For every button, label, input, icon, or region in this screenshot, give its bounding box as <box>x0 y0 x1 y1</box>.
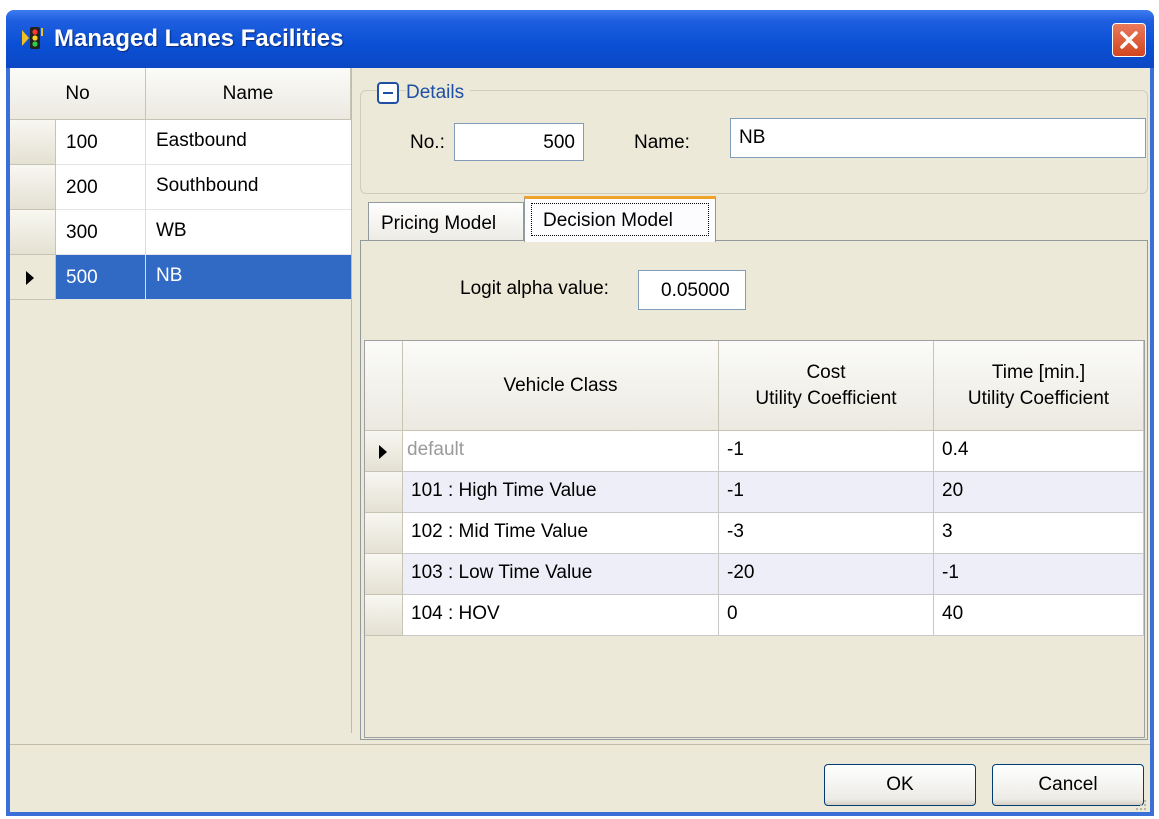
row-header[interactable] <box>365 595 403 636</box>
cell-cost[interactable]: 0 <box>719 595 934 636</box>
collapse-minus-icon[interactable] <box>377 82 399 104</box>
row-name[interactable]: Eastbound <box>146 120 351 165</box>
cell-vehicle-class[interactable]: 101 : High Time Value <box>403 472 719 513</box>
column-header-name[interactable]: Name <box>146 68 351 120</box>
traffic-light-icon <box>22 27 43 49</box>
facilities-list: No Name 100 Eastbound 200 Southbound 300… <box>10 68 352 733</box>
list-row-selected[interactable]: 500 NB <box>10 255 351 300</box>
logit-alpha-label: Logit alpha value: <box>460 278 609 299</box>
name-label: Name: <box>634 132 690 153</box>
cost-header-line1: Cost <box>806 361 846 383</box>
row-pointer-icon <box>379 445 387 459</box>
cell-cost[interactable]: -20 <box>719 554 934 595</box>
logit-alpha-field[interactable]: 0.05000 <box>638 270 746 310</box>
tab-pricing-model[interactable]: Pricing Model <box>368 202 524 241</box>
list-row[interactable]: 300 WB <box>10 210 351 255</box>
footer-divider <box>10 744 1150 745</box>
title-bar[interactable]: Managed Lanes Facilities <box>6 10 1154 68</box>
column-header-vehicle-class[interactable]: Vehicle Class <box>403 341 719 431</box>
name-field[interactable]: NB <box>730 118 1146 158</box>
close-button[interactable] <box>1112 23 1146 57</box>
table-row[interactable]: 104 : HOV 0 40 <box>365 595 1144 636</box>
cost-header-line2: Utility Coefficient <box>755 387 897 409</box>
time-header-line2: Utility Coefficient <box>967 387 1110 409</box>
resize-grip-icon[interactable] <box>1134 798 1148 812</box>
row-name[interactable]: NB <box>146 255 351 300</box>
row-header[interactable] <box>365 554 403 595</box>
close-icon <box>1120 31 1138 49</box>
cell-vehicle-class[interactable]: 102 : Mid Time Value <box>403 513 719 554</box>
table-row[interactable]: 101 : High Time Value -1 20 <box>365 472 1144 513</box>
cancel-button[interactable]: Cancel <box>992 764 1144 806</box>
cell-cost[interactable]: -1 <box>719 472 934 513</box>
cell-cost[interactable]: -3 <box>719 513 934 554</box>
dialog-client-area: No Name 100 Eastbound 200 Southbound 300… <box>10 68 1150 812</box>
list-row[interactable]: 200 Southbound <box>10 165 351 210</box>
row-header[interactable] <box>10 120 56 165</box>
row-no[interactable]: 100 <box>56 120 146 165</box>
row-name[interactable]: Southbound <box>146 165 351 210</box>
time-header-line1: Time [min.] <box>991 361 1086 383</box>
table-row[interactable]: 103 : Low Time Value -20 -1 <box>365 554 1144 595</box>
cell-time[interactable]: 40 <box>934 595 1144 636</box>
row-no[interactable]: 500 <box>56 255 146 300</box>
row-header[interactable] <box>365 472 403 513</box>
list-row[interactable]: 100 Eastbound <box>10 120 351 165</box>
tab-decision-model-label: Decision Model <box>543 210 673 231</box>
row-header[interactable] <box>10 165 56 210</box>
row-no[interactable]: 200 <box>56 165 146 210</box>
tab-decision-model[interactable]: Decision Model <box>524 196 716 242</box>
cell-vehicle-class[interactable]: default <box>403 431 719 472</box>
ok-button[interactable]: OK <box>824 764 976 806</box>
column-header-time[interactable]: Time [min.] Utility Coefficient <box>934 341 1144 431</box>
dialog-window: Managed Lanes Facilities No Name 100 Eas… <box>6 10 1154 816</box>
cell-vehicle-class[interactable]: 104 : HOV <box>403 595 719 636</box>
row-no[interactable]: 300 <box>56 210 146 255</box>
cell-time[interactable]: 3 <box>934 513 1144 554</box>
row-header[interactable] <box>10 210 56 255</box>
list-header: No Name <box>10 68 351 120</box>
row-name[interactable]: WB <box>146 210 351 255</box>
cell-time[interactable]: 0.4 <box>934 431 1144 472</box>
table-row[interactable]: default -1 0.4 <box>365 431 1144 472</box>
column-header-no[interactable]: No <box>10 68 146 120</box>
no-label: No.: <box>410 132 445 153</box>
table-row[interactable]: 102 : Mid Time Value -3 3 <box>365 513 1144 554</box>
grid-corner <box>365 341 403 431</box>
window-title: Managed Lanes Facilities <box>54 25 344 52</box>
details-label: Details <box>406 82 471 104</box>
column-header-cost[interactable]: Cost Utility Coefficient <box>719 341 934 431</box>
row-header[interactable] <box>10 255 56 300</box>
row-header[interactable] <box>365 513 403 554</box>
row-pointer-icon <box>26 271 34 285</box>
cell-time[interactable]: -1 <box>934 554 1144 595</box>
vehicle-class-grid: Vehicle Class Cost Utility Coefficient T… <box>364 340 1145 738</box>
row-header[interactable] <box>365 431 403 472</box>
cell-vehicle-class[interactable]: 103 : Low Time Value <box>403 554 719 595</box>
no-field[interactable]: 500 <box>454 123 584 161</box>
cell-cost[interactable]: -1 <box>719 431 934 472</box>
cell-time[interactable]: 20 <box>934 472 1144 513</box>
